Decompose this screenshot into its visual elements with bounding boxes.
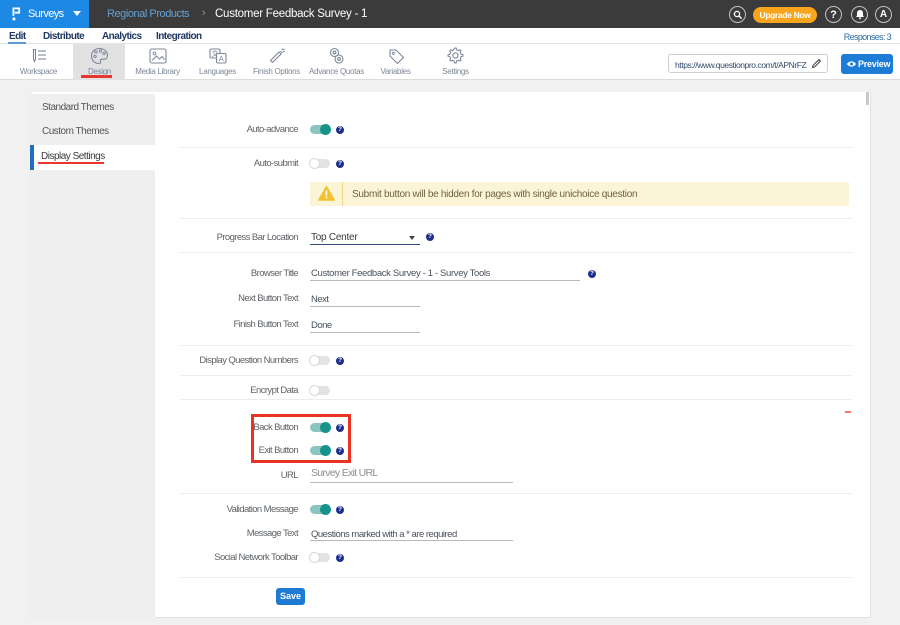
svg-text:A: A [219, 54, 224, 63]
